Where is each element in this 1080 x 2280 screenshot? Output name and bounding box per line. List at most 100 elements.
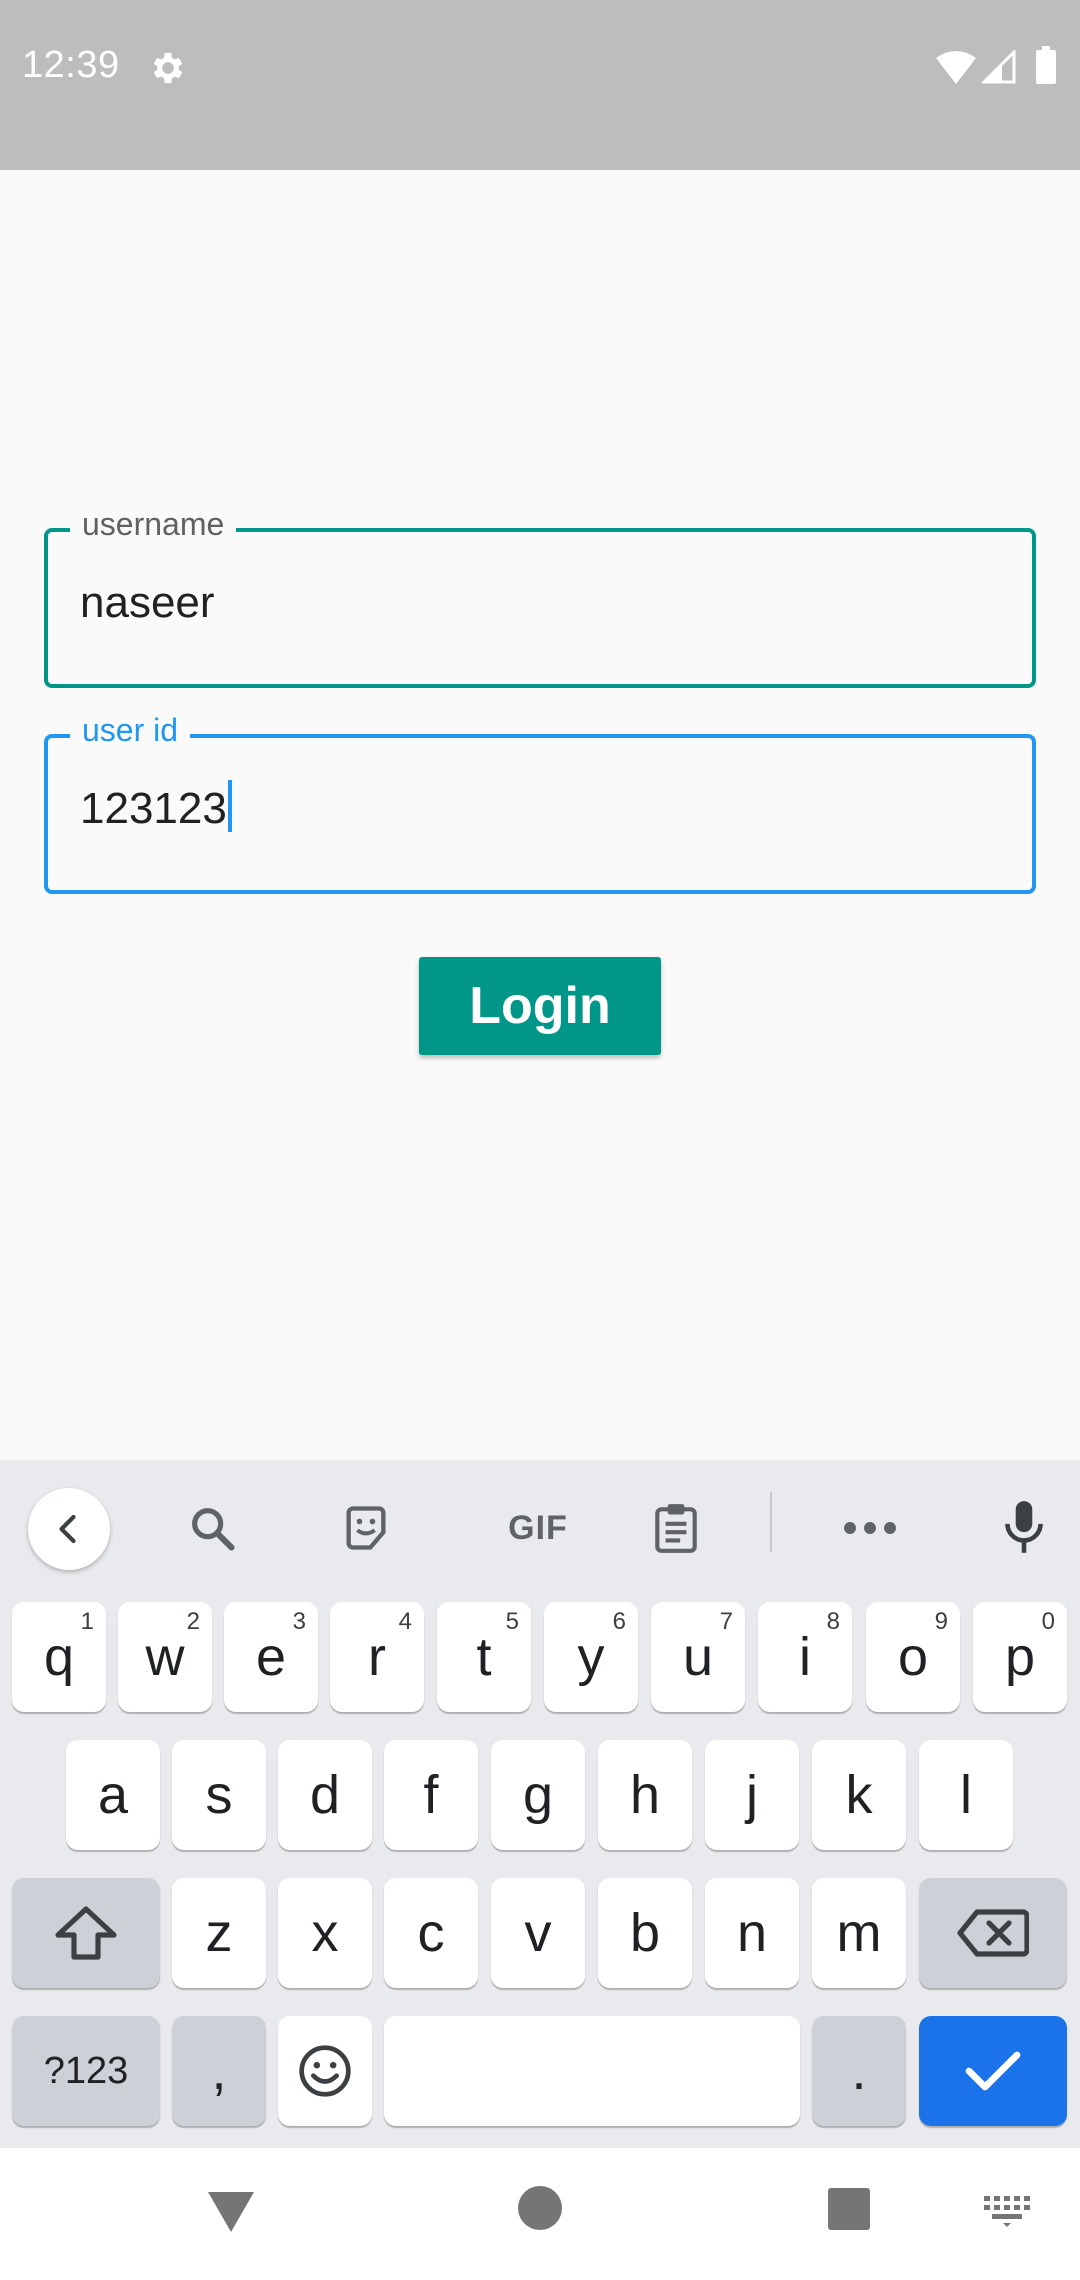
key-j[interactable]: j [705,1740,799,1850]
key-h[interactable]: h [598,1740,692,1850]
login-button[interactable]: Login [419,957,661,1055]
keyboard-toolbar-back-button[interactable] [28,1488,110,1570]
status-bar: 12:39 [0,0,1080,170]
more-icon [844,1522,896,1534]
username-label: username [70,506,237,543]
key-l[interactable]: l [919,1740,1013,1850]
text-cursor [228,780,232,832]
chevron-left-icon [59,1514,76,1544]
keyboard-more-button[interactable] [830,1488,910,1568]
key-label: , [211,2041,227,2101]
keyboard-sticker-button[interactable] [326,1488,406,1568]
key-hint: 6 [612,1608,626,1635]
checkmark-icon [965,2051,1021,2091]
key-w[interactable]: w2 [118,1602,212,1712]
key-r[interactable]: r4 [330,1602,424,1712]
key-c[interactable]: c [384,1878,478,1988]
battery-icon [1036,46,1056,84]
key-m[interactable]: m [812,1878,906,1988]
key-label: r [368,1627,386,1687]
keyboard-toolbar: GIF [0,1460,1080,1590]
key-label: e [255,1627,287,1687]
key-label: ?123 [43,2049,129,2092]
keyboard-switch-icon[interactable] [984,2196,1030,2228]
cell-signal-icon [982,50,1016,84]
key-label: a [97,1765,129,1825]
user-id-field[interactable]: user id 123123 [44,712,1036,894]
key-label: . [851,2041,867,2101]
key-g[interactable]: g [491,1740,585,1850]
key-label: u [682,1627,714,1687]
key-t[interactable]: t5 [437,1602,531,1712]
shift-key[interactable] [12,1878,160,1988]
emoji-key[interactable] [278,2016,372,2126]
enter-key[interactable] [919,2016,1067,2126]
gif-label: GIF [508,1508,568,1547]
key-label: v [524,1903,552,1963]
shift-icon [55,1906,117,1960]
status-time: 12:39 [22,44,120,86]
key-z[interactable]: z [172,1878,266,1988]
nav-home-icon[interactable] [518,2186,562,2230]
key-y[interactable]: y6 [544,1602,638,1712]
key-hint: 1 [80,1608,94,1635]
key-label: f [423,1765,439,1825]
keyboard-voice-button[interactable] [984,1488,1064,1568]
period-key[interactable]: . [812,2016,906,2126]
key-o[interactable]: o9 [866,1602,960,1712]
key-p[interactable]: p0 [973,1602,1067,1712]
nav-back-icon[interactable] [206,2190,256,2234]
key-b[interactable]: b [598,1878,692,1988]
key-label: x [311,1903,339,1963]
key-i[interactable]: i8 [758,1602,852,1712]
key-d[interactable]: d [278,1740,372,1850]
clipboard-icon [655,1504,697,1553]
key-k[interactable]: k [812,1740,906,1850]
key-label: g [522,1765,554,1825]
keyboard-search-button[interactable] [172,1488,252,1568]
nav-recents-icon[interactable] [828,2188,870,2230]
key-label: l [960,1765,972,1825]
key-u[interactable]: u7 [651,1602,745,1712]
username-field[interactable]: username naseer [44,506,1036,688]
key-label: b [629,1903,661,1963]
search-icon [192,1508,235,1551]
key-hint: 5 [505,1608,519,1635]
key-label: y [577,1627,605,1687]
symbols-key[interactable]: ?123 [12,2016,160,2126]
navigation-bar [0,2148,1080,2280]
user-id-value[interactable]: 123123 [80,784,227,834]
key-label: d [309,1765,341,1825]
username-value[interactable]: naseer [80,578,215,628]
key-label: m [836,1903,882,1963]
key-label: h [629,1765,661,1825]
backspace-key[interactable] [919,1878,1067,1988]
key-v[interactable]: v [491,1878,585,1988]
key-e[interactable]: e3 [224,1602,318,1712]
space-key[interactable] [384,2016,800,2126]
key-hint: 3 [292,1608,306,1635]
key-f[interactable]: f [384,1740,478,1850]
key-hint: 8 [826,1608,840,1635]
comma-key[interactable]: , [172,2016,266,2126]
emoji-icon [299,2045,351,2097]
key-label: q [43,1627,75,1687]
soft-keyboard: GIF q1 w2 e3 r4 t5 y 6 u 7 i 8 o 9 p 0 a… [0,1460,1080,2148]
wifi-icon [936,51,976,84]
key-label: k [845,1765,873,1825]
toolbar-divider [770,1492,772,1552]
key-q[interactable]: q1 [12,1602,106,1712]
key-hint: 0 [1041,1608,1055,1635]
key-x[interactable]: x [278,1878,372,1988]
key-label: s [205,1765,233,1825]
keyboard-clipboard-button[interactable] [636,1488,716,1568]
key-n[interactable]: n [705,1878,799,1988]
settings-gear-icon [153,53,183,83]
key-hint: 9 [934,1608,948,1635]
key-hint: 2 [186,1608,200,1635]
sticker-icon [346,1506,386,1550]
key-a[interactable]: a [66,1740,160,1850]
key-label: w [145,1627,185,1687]
key-s[interactable]: s [172,1740,266,1850]
gif-button[interactable]: GIF [478,1488,598,1568]
